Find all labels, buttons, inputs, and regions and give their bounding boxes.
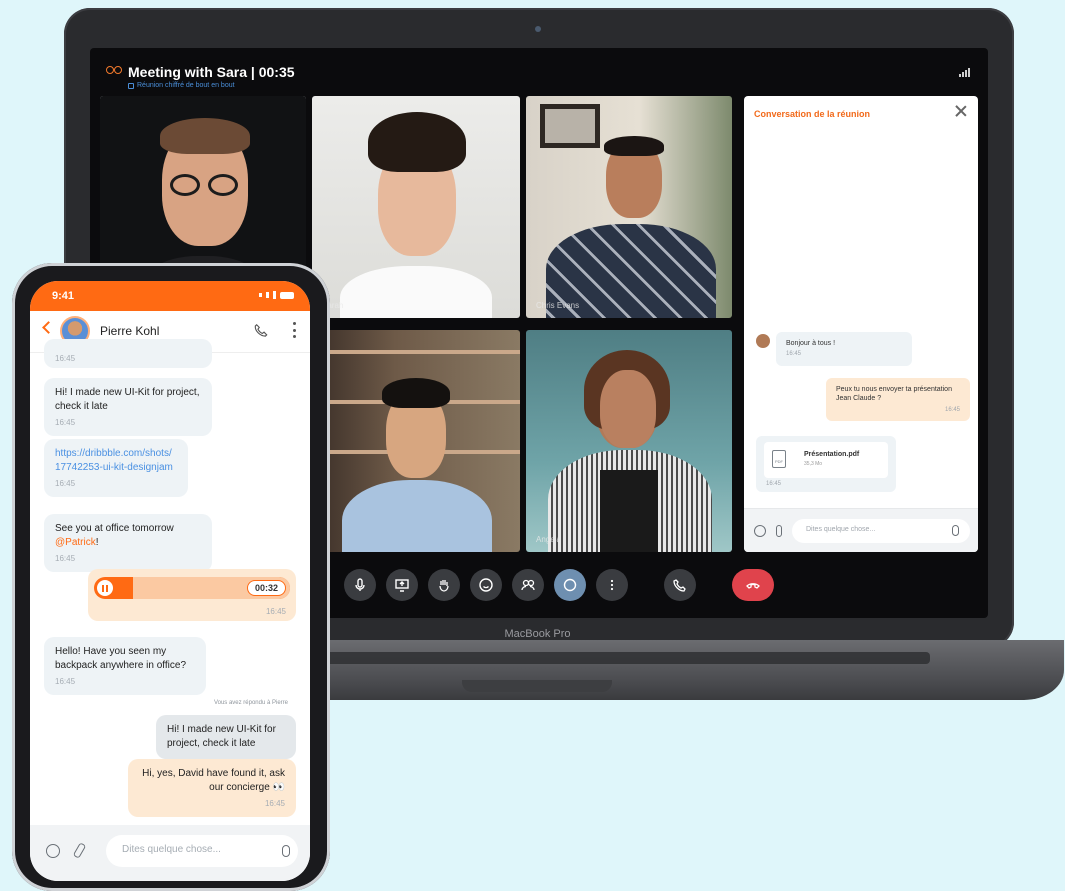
mic-icon[interactable] [952, 525, 959, 536]
lock-icon [128, 82, 134, 89]
reply-note: Vous avez répondu à Pierre [213, 700, 288, 706]
hang-up-icon [746, 583, 760, 589]
message-time: 16:45 [55, 354, 76, 363]
message-time: 16:45 [55, 677, 76, 686]
chat-message: Hi! I made new UI-Kit for project, check… [44, 378, 212, 437]
chat-icon [563, 578, 577, 592]
message-text: Hi, yes, David have found it, ask our co… [142, 768, 285, 793]
back-icon[interactable] [42, 321, 55, 334]
message-time: 16:45 [944, 406, 960, 413]
status-icons [259, 291, 294, 299]
message-link[interactable]: https://dribbble.com/shots/17742253-ui-k… [55, 448, 173, 473]
chat-input[interactable]: Dites quelque chose... [792, 519, 970, 543]
emoji-button[interactable] [470, 569, 502, 601]
more-button[interactable] [596, 569, 628, 601]
mic-icon [355, 578, 365, 591]
chat-footer: Dites quelque chose... [30, 825, 310, 881]
quoted-message: Hi! I made new UI-Kit for project, check… [156, 715, 296, 759]
chat-message: https://dribbble.com/shots/17742253-ui-k… [44, 439, 188, 498]
message-time: 16:45 [55, 479, 76, 488]
message-time: 16:45 [265, 607, 286, 616]
message-time: 16:45 [264, 799, 285, 808]
hang-up-button[interactable] [732, 569, 774, 601]
battery-icon [280, 291, 294, 299]
chat-footer: Dites quelque chose... [744, 508, 978, 552]
raise-hand-button[interactable] [428, 569, 460, 601]
video-tile[interactable]: Chris Evans [526, 96, 732, 318]
laptop-notch [462, 680, 612, 692]
attachment-icon[interactable] [72, 842, 87, 859]
emoji-icon[interactable] [754, 525, 766, 537]
call-transfer-button[interactable] [664, 569, 696, 601]
file-name: Présentation.pdf [804, 451, 860, 458]
raise-hand-icon [439, 580, 449, 592]
video-tile[interactable] [312, 330, 520, 552]
pdf-icon: PDF [772, 450, 786, 468]
message-time: 16:45 [786, 351, 802, 358]
message-text: See you at office tomorrow [55, 523, 174, 534]
more-icon[interactable] [292, 322, 296, 338]
tile-name: Angela [536, 535, 561, 544]
keyboard [300, 652, 930, 664]
mention[interactable]: @Patrick [55, 537, 96, 548]
chat-message: Peux tu nous envoyer ta présentation Jea… [826, 378, 970, 421]
file-attachment[interactable]: PDF Présentation.pdf 35,3 Mo 16:45 [756, 436, 896, 492]
close-icon[interactable] [954, 104, 968, 118]
chat-button[interactable] [554, 569, 586, 601]
encryption-text: Réunion chiffré de bout en bout [137, 82, 235, 89]
meeting-chat-panel: Conversation de la réunion Bonjour à tou… [744, 96, 978, 552]
mic-icon[interactable] [282, 845, 290, 857]
chat-message: 16:45 [44, 339, 212, 369]
camera-dot [535, 26, 541, 32]
chat-message: Bonjour à tous ! 16:45 [776, 332, 912, 366]
signal-icon [959, 68, 970, 77]
encryption-note: Réunion chiffré de bout en bout [128, 82, 235, 89]
chat-message: Hi, yes, David have found it, ask our co… [128, 759, 296, 818]
emoji-icon[interactable] [46, 844, 60, 858]
avatar [756, 334, 770, 348]
screen-share-button[interactable] [386, 569, 418, 601]
message-text-suffix: ! [95, 537, 99, 548]
chat-message: Hello! Have you seen my backpack anywher… [44, 637, 206, 696]
video-tile[interactable]: Angela [526, 330, 732, 552]
voice-duration: 00:32 [246, 580, 286, 596]
quoted-text: Hi! I made new UI-Kit for project, check… [167, 724, 276, 749]
contact-name[interactable]: Pierre Kohl [100, 324, 159, 338]
emoji-icon [479, 578, 493, 592]
more-icon [610, 579, 614, 591]
phone-call-icon[interactable] [254, 323, 268, 337]
mic-button[interactable] [344, 569, 376, 601]
phone-chat-screen: 9:41 Pierre Kohl 16:45 Hi! I made new UI… [30, 281, 310, 881]
message-input[interactable]: Dites quelque chose... [106, 835, 298, 867]
status-time: 9:41 [52, 290, 75, 302]
call-transfer-icon [673, 579, 686, 592]
tile-name: Chris Evans [536, 301, 580, 310]
screen-share-icon [395, 579, 409, 592]
video-tile[interactable]: Sarah [312, 96, 520, 318]
message-text: Bonjour à tous ! [786, 340, 836, 347]
message-text: Hi! I made new UI-Kit for project, check… [55, 387, 200, 412]
participants-icon [521, 579, 535, 591]
message-time: 16:45 [55, 554, 76, 563]
chat-title: Conversation de la réunion [754, 109, 871, 119]
message-time: 16:45 [766, 481, 782, 487]
meeting-icon [106, 66, 122, 78]
message-text: Hello! Have you seen my backpack anywher… [55, 646, 187, 671]
meeting-title: Meeting with Sara | 00:35 [128, 64, 295, 80]
message-time: 16:45 [55, 418, 76, 427]
participants-button[interactable] [512, 569, 544, 601]
message-text: Peux tu nous envoyer ta présentation Jea… [836, 386, 952, 403]
file-size: 35,3 Mo [804, 461, 823, 467]
voice-progress-bar[interactable]: 00:32 [94, 577, 290, 599]
pause-icon[interactable] [97, 580, 113, 596]
status-bar: 9:41 [30, 281, 310, 311]
attachment-icon[interactable] [776, 525, 782, 537]
chat-message: See you at office tomorrow @Patrick! 16:… [44, 514, 212, 573]
file-card-inner: PDF Présentation.pdf 35,3 Mo [764, 442, 888, 478]
voice-message: 00:32 16:45 [88, 569, 296, 621]
meeting-header: Meeting with Sara | 00:35 [106, 64, 295, 80]
